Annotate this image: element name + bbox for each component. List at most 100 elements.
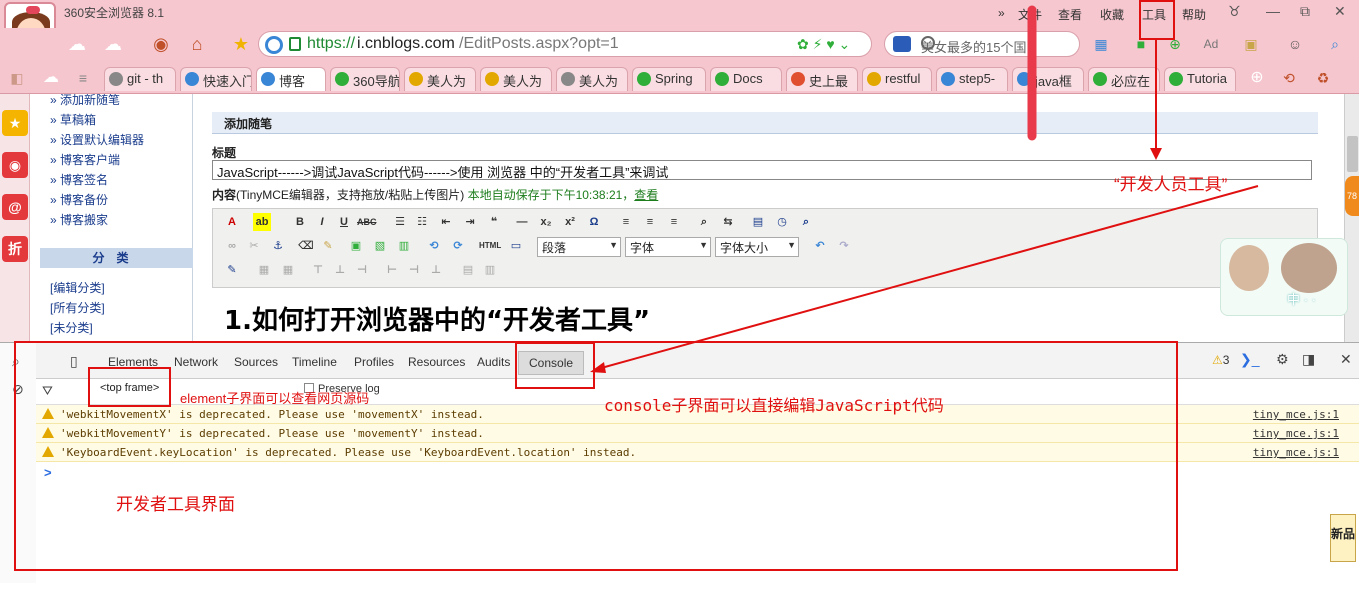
browser-tab[interactable]: java框	[1012, 67, 1084, 91]
category-link[interactable]: [所有分类]	[50, 298, 105, 318]
browser-tab[interactable]: 美人为	[404, 67, 476, 91]
restore-tab-icon[interactable]: ⟲	[1276, 66, 1302, 90]
bullet-list-icon[interactable]: ☰	[391, 213, 409, 231]
editor-heading[interactable]: 1.如何打开浏览器中的“开发者工具”	[224, 300, 650, 337]
outdent-icon[interactable]: ⇤	[437, 213, 455, 231]
undo-icon[interactable]: ↶	[811, 237, 829, 255]
extension-icon[interactable]: ▣	[1238, 32, 1264, 56]
table-icon[interactable]: ▦	[255, 261, 273, 279]
skin-icon[interactable]: ♉	[1228, 3, 1241, 20]
sidebar-link[interactable]: » 博客客户端	[40, 150, 144, 170]
italic-icon[interactable]: I	[313, 213, 331, 231]
align-right-icon[interactable]: ≡	[665, 213, 683, 231]
dock-icon[interactable]: ◨	[1302, 351, 1315, 368]
bold-icon[interactable]: B	[291, 213, 309, 231]
col-before-icon[interactable]: ⊢	[383, 261, 401, 279]
redo-icon[interactable]: ↷	[835, 237, 853, 255]
source-link[interactable]: tiny_mce.js:1	[1253, 427, 1339, 440]
insert-time-icon[interactable]: ◷	[773, 213, 791, 231]
replace-icon[interactable]: ⇆	[719, 213, 737, 231]
closed-tabs-icon[interactable]: ♻	[1310, 66, 1336, 90]
table-props-icon[interactable]: ▦	[279, 261, 297, 279]
sidebar-link[interactable]: » 博客备份	[40, 190, 144, 210]
sidebar-link[interactable]: » 草稿箱	[40, 110, 144, 130]
indent-icon[interactable]: ⇥	[461, 213, 479, 231]
category-link[interactable]: [编辑分类]	[50, 278, 105, 298]
menu-file[interactable]: 文件	[1018, 6, 1042, 23]
search-input[interactable]: 美女最多的15个国	[921, 37, 1041, 56]
sidebar-link[interactable]: » 添加新随笔	[40, 94, 144, 110]
refresh-icon[interactable]: ◉	[148, 32, 174, 56]
browser-tab[interactable]: 美人为	[556, 67, 628, 91]
image-icon[interactable]: ▧	[371, 237, 389, 255]
browser-tab[interactable]: 快速入门	[180, 67, 252, 91]
font-color-icon[interactable]: A	[223, 213, 241, 231]
clean-icon[interactable]: ✎	[319, 237, 337, 255]
browser-tab[interactable]: Tutoria	[1164, 67, 1236, 91]
game-icon[interactable]: ☺	[1282, 32, 1308, 56]
close-devtools-icon[interactable]: ✕	[1340, 351, 1352, 368]
scrollbar-thumb[interactable]	[1347, 136, 1358, 172]
row-after-icon[interactable]: ⊥	[331, 261, 349, 279]
subscript-icon[interactable]: x₂	[537, 213, 555, 231]
media-icon[interactable]: ▥	[395, 237, 413, 255]
menu-favorites[interactable]: 收藏	[1100, 6, 1124, 23]
new-tab-icon[interactable]: ⊕	[1244, 66, 1270, 90]
merge-cells-icon[interactable]: ▥	[481, 261, 499, 279]
list-icon[interactable]: ≡	[70, 66, 96, 90]
warning-icon[interactable]: ⚠3	[1212, 353, 1229, 367]
sidebar-link[interactable]: » 博客签名	[40, 170, 144, 190]
source-link[interactable]: tiny_mce.js:1	[1253, 446, 1339, 459]
browser-tab[interactable]: Docs	[710, 67, 782, 91]
blockquote-icon[interactable]: ❝	[485, 213, 503, 231]
undo-history-icon[interactable]: ⟲	[425, 237, 443, 255]
delete-col-icon[interactable]: ⊥	[427, 261, 445, 279]
horizontal-rule-icon[interactable]: —	[513, 213, 531, 231]
insert-code-icon[interactable]: ▤	[749, 213, 767, 231]
settings-gear-icon[interactable]: ⚙	[1276, 351, 1289, 368]
unlink-icon[interactable]: ✂	[245, 237, 263, 255]
speed-icon[interactable]: ✿ ⚡ ♥ ⌄	[797, 36, 850, 53]
align-left-icon[interactable]: ≡	[617, 213, 635, 231]
delete-row-icon[interactable]: ⊣	[353, 261, 371, 279]
edit-icon[interactable]: ✎	[223, 261, 241, 279]
weibo-icon[interactable]: ◉	[2, 152, 28, 178]
align-center-icon[interactable]: ≡	[641, 213, 659, 231]
special-char-icon[interactable]: Ω	[585, 213, 603, 231]
menu-help[interactable]: 帮助	[1182, 6, 1206, 23]
cloud-icon[interactable]: ☁	[38, 66, 64, 90]
insert-image-icon[interactable]: ▣	[347, 237, 365, 255]
minimize-button[interactable]: —	[1266, 3, 1280, 19]
superscript-icon[interactable]: x²	[561, 213, 579, 231]
font-size-select[interactable]: 字体大小 ▼	[715, 237, 799, 257]
restore-button[interactable]: ⧉	[1300, 3, 1310, 20]
find-icon[interactable]: ⌕	[695, 213, 713, 231]
search-icon[interactable]	[921, 36, 935, 50]
anchor-icon[interactable]: ⚓	[269, 237, 287, 255]
highlight-icon[interactable]: ab	[253, 213, 271, 231]
row-before-icon[interactable]: ⊤	[309, 261, 327, 279]
source-link[interactable]: tiny_mce.js:1	[1253, 408, 1339, 421]
split-cells-icon[interactable]: ▤	[459, 261, 477, 279]
back-icon[interactable]: ☁	[64, 32, 90, 56]
ad-block-icon[interactable]: Ad	[1198, 32, 1224, 56]
underline-icon[interactable]: U	[335, 213, 353, 231]
address-bar[interactable]: https:// i.cnblogs.com /EditPosts.aspx?o…	[258, 31, 872, 57]
strikethrough-icon[interactable]: ABC	[357, 213, 377, 231]
browser-tab[interactable]: 必应在	[1088, 67, 1160, 91]
favorites-icon[interactable]: ★	[2, 110, 28, 136]
side-badge[interactable]: 78	[1345, 176, 1359, 216]
browser-tab[interactable]: git - th	[104, 67, 176, 91]
close-button[interactable]: ✕	[1334, 3, 1346, 20]
sidebar-toggle-icon[interactable]: ◧	[4, 66, 30, 90]
preview-icon[interactable]: ⌕	[797, 213, 815, 231]
browser-tab[interactable]: 360导航	[330, 67, 400, 91]
forward-icon[interactable]: ☁	[100, 32, 126, 56]
font-select[interactable]: 字体 ▼	[625, 237, 711, 257]
numbered-list-icon[interactable]: ☷	[413, 213, 431, 231]
category-link[interactable]: [未分类]	[50, 318, 105, 338]
browser-tab[interactable]: step5-	[936, 67, 1008, 91]
paragraph-select[interactable]: 段落 ▼	[537, 237, 621, 257]
search-box[interactable]: 美女最多的15个国	[884, 31, 1080, 57]
mail-icon[interactable]: @	[2, 194, 28, 220]
